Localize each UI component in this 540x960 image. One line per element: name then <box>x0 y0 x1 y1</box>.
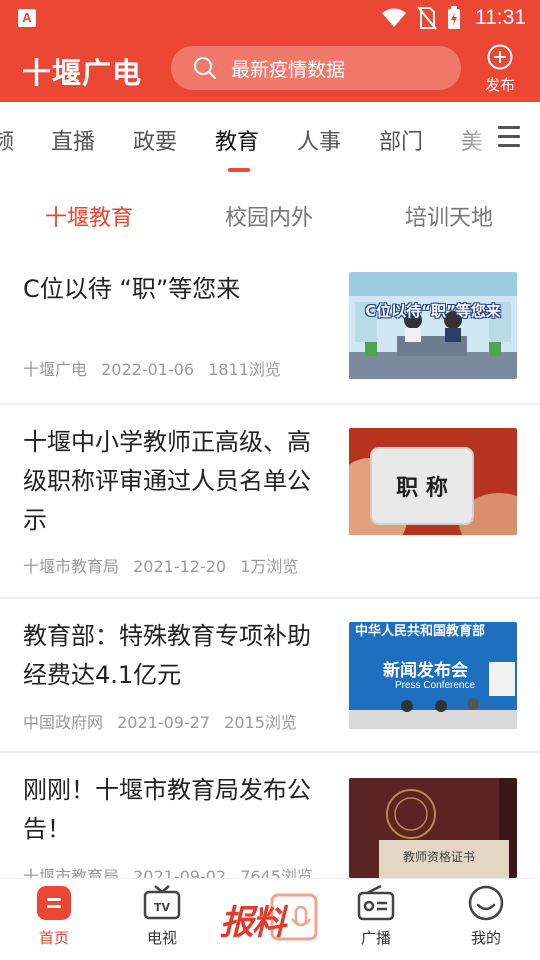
article-thumbnail: C位以待“职”等您来 <box>349 272 517 379</box>
tab-education[interactable]: 教育 <box>215 124 259 156</box>
article-title: C位以待 “职”等您来 <box>23 275 241 303</box>
tabs-fade <box>450 112 500 166</box>
tv-icon: TV <box>143 885 181 920</box>
search-placeholder: 最新疫情数据 <box>231 58 346 81</box>
bottom-navigation: 首页 TV 电视 报料 广播 我的 <box>0 878 540 960</box>
article-date: 2022-01-06 <box>101 360 195 379</box>
status-icons: 11:31 <box>381 4 526 32</box>
thumbnail-subcaption: Press Conference <box>395 680 476 691</box>
search-icon <box>194 57 216 79</box>
baoliao-label: 报料 <box>220 903 286 943</box>
article-title: 十堰中小学教师正高级、高级职称评审通过人员名单公示 <box>23 428 311 534</box>
tab-live[interactable]: 直播 <box>51 124 95 156</box>
subtab-campus[interactable]: 校园内外 <box>225 200 313 232</box>
battery-charging-icon <box>448 6 460 29</box>
article-source: 十堰市教育局 <box>23 557 120 576</box>
tab-personnel[interactable]: 人事 <box>297 124 341 156</box>
wifi-icon <box>382 8 406 27</box>
article-meta: 十堰市教育局 2021-09-02 7645浏览 <box>23 863 322 878</box>
app-notification-icon: A <box>18 9 36 27</box>
article-thumbnail: 中华人民共和国教育部 新闻发布会 Press Conference <box>349 622 517 729</box>
nav-label: 首页 <box>38 929 69 947</box>
search-box[interactable]: 最新疫情数据 <box>171 46 461 90</box>
home-icon <box>37 886 71 920</box>
article-item[interactable]: 十堰中小学教师正高级、高级职称评审通过人员名单公示 十堰市教育局 2021-12… <box>0 405 540 599</box>
article-title: 教育部：特殊教育专项补助经费达4.1亿元 <box>23 622 311 689</box>
thumbnail-caption: 新闻发布会 <box>383 661 468 681</box>
nav-label: 电视 <box>146 929 177 947</box>
article-thumbnail: 职 称 <box>349 428 517 535</box>
thumbnail-caption: 教师资格证书 <box>403 850 476 864</box>
nav-radio[interactable]: 广播 <box>346 884 406 948</box>
article-list: C位以待 “职”等您来 十堰广电 2022-01-06 1811浏览 C位以待“… <box>0 252 540 878</box>
article-date: 2021-12-20 <box>133 557 227 576</box>
svg-text:TV: TV <box>154 901 171 914</box>
article-views: 1万浏览 <box>240 557 299 576</box>
article-meta: 十堰广电 2022-01-06 1811浏览 <box>23 356 290 380</box>
article-thumbnail: 教师资格证书 <box>349 778 517 878</box>
tab-politics[interactable]: 政要 <box>133 124 177 156</box>
add-circle-icon <box>487 44 513 70</box>
thumbnail-caption: 职 称 <box>396 476 448 501</box>
article-item[interactable]: 教育部：特殊教育专项补助经费达4.1亿元 中国政府网 2021-09-27 20… <box>0 599 540 753</box>
article-source: 十堰广电 <box>23 360 88 379</box>
tab-partial-left[interactable]: 频 <box>0 124 14 156</box>
profile-icon <box>468 885 504 921</box>
clock: 11:31 <box>475 6 526 29</box>
sub-tabs: 十堰教育 校园内外 培训天地 <box>0 178 540 252</box>
article-source: 中国政府网 <box>23 713 104 732</box>
article-views: 2015浏览 <box>224 713 297 732</box>
no-sim-icon <box>417 6 437 30</box>
nav-home[interactable]: 首页 <box>24 885 84 948</box>
subtab-shiyan-education[interactable]: 十堰教育 <box>45 200 133 232</box>
article-date: 2021-09-02 <box>133 867 227 878</box>
channel-menu-icon[interactable] <box>498 126 520 150</box>
status-bar: A 11:31 <box>0 0 540 36</box>
nav-profile[interactable]: 我的 <box>456 885 516 948</box>
tab-departments[interactable]: 部门 <box>379 124 423 156</box>
radio-icon <box>357 884 395 921</box>
article-views: 1811浏览 <box>208 360 281 379</box>
article-item[interactable]: 刚刚！十堰市教育局发布公告！ 十堰市教育局 2021-09-02 7645浏览 … <box>0 753 540 878</box>
article-item[interactable]: C位以待 “职”等您来 十堰广电 2022-01-06 1811浏览 C位以待“… <box>0 252 540 405</box>
publish-label: 发布 <box>484 76 515 94</box>
article-views: 7645浏览 <box>240 867 313 878</box>
article-source: 十堰市教育局 <box>23 867 120 878</box>
app-bar: 十堰广电 最新疫情数据 发布 <box>0 36 540 102</box>
nav-label: 我的 <box>470 929 501 947</box>
article-meta: 十堰市教育局 2021-12-20 1万浏览 <box>23 553 307 577</box>
article-meta: 中国政府网 2021-09-27 2015浏览 <box>23 709 306 733</box>
thumbnail-subcaption: 中华人民共和国教育部 <box>355 624 486 639</box>
publish-button[interactable]: 发布 <box>478 44 522 95</box>
nav-tv[interactable]: TV 电视 <box>132 885 192 948</box>
app-header: A 11:31 十堰广电 最新疫情数据 发布 <box>0 0 540 102</box>
nav-baoliao[interactable]: 报料 <box>220 889 320 945</box>
channel-tabs: 频 直播 政要 教育 人事 部门 美 <box>0 102 540 176</box>
article-title: 刚刚！十堰市教育局发布公告！ <box>23 776 311 843</box>
app-logo-title: 十堰广电 <box>22 56 143 90</box>
subtab-training[interactable]: 培训天地 <box>405 200 493 232</box>
article-date: 2021-09-27 <box>117 713 211 732</box>
active-tab-indicator <box>228 168 250 172</box>
nav-label: 广播 <box>360 929 391 947</box>
thumbnail-caption: C位以待“职”等您来 <box>365 302 501 320</box>
